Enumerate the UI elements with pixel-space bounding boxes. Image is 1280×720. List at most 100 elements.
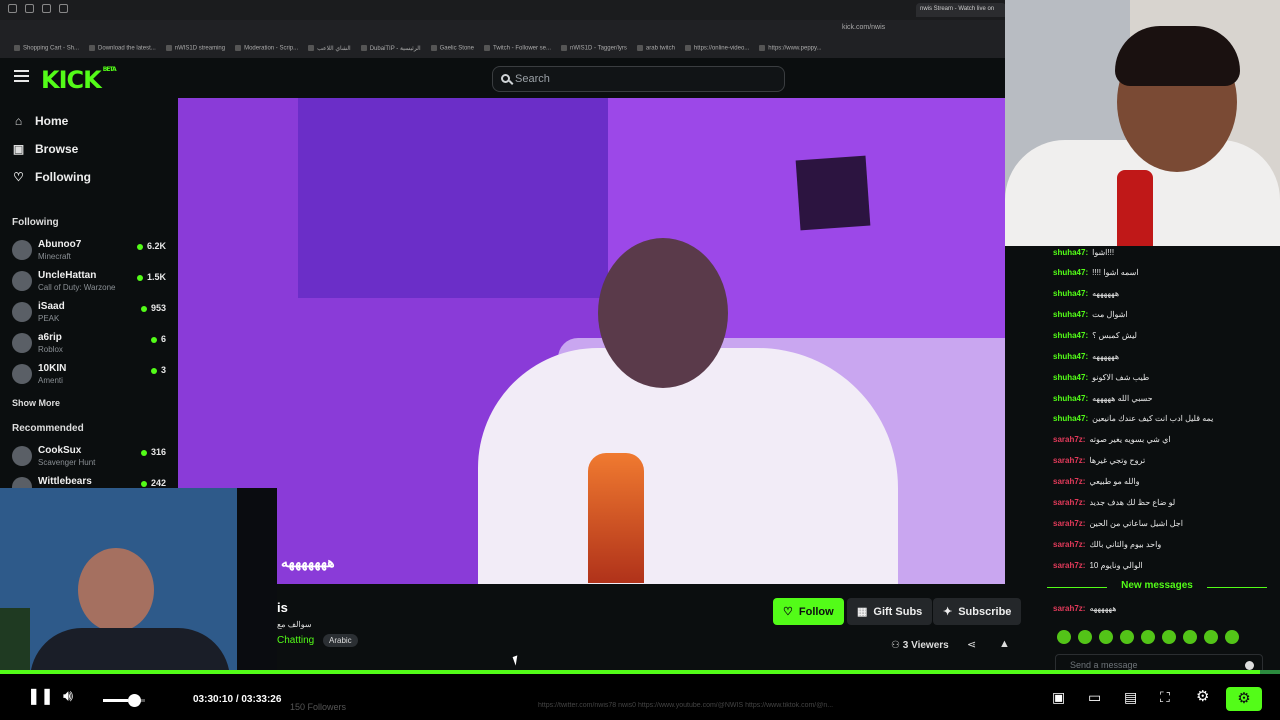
viewers-icon: ⚇ [891, 640, 900, 651]
bookmark[interactable]: nWIS1D - Tagger/lyrs [561, 45, 627, 51]
sidebar-channel-unclehattan[interactable]: UncleHattan Call of Duty: Warzone 1.5K [12, 268, 172, 298]
volume-handle[interactable] [128, 694, 141, 707]
bookmark[interactable]: Gaelic Stone [431, 45, 474, 51]
follower-count: 150 Followers [290, 702, 347, 712]
chat-message[interactable]: shuha47:!!!! اسمه اشوا [1053, 268, 1139, 277]
home-icon: ⌂ [14, 113, 23, 128]
emote-bar [1057, 630, 1239, 644]
current-time: 03:30:10 [193, 694, 234, 705]
chat-message[interactable]: sarah7z: واحد بيوم والثاني بالك [1053, 540, 1161, 549]
chat-message[interactable]: sarah7z: الوالي ونايوم 10 [1053, 561, 1143, 570]
channel-viewers: 1.5K [137, 272, 166, 282]
chat-username: shuha47: [1053, 331, 1089, 340]
emote-icon[interactable] [1057, 630, 1071, 644]
avatar [12, 240, 32, 260]
search-input[interactable]: Search [492, 66, 785, 92]
nav-home[interactable]: ⌂ Home [12, 111, 68, 131]
chat-message[interactable]: sarah7z: تروح وتجي غيرها [1053, 456, 1145, 465]
chat-message[interactable]: shuha47: يمه قليل ادب انت كيف عندك مانيعي… [1053, 414, 1213, 423]
facecam-face [78, 548, 154, 632]
bookmark[interactable]: Twitch - Follower se... [484, 45, 551, 51]
kick-logo[interactable]: KICK BETA [41, 66, 117, 94]
menu-icon[interactable] [14, 70, 29, 82]
stream-category[interactable]: Chatting [277, 635, 314, 646]
video-scene [298, 98, 608, 298]
emoji-icon[interactable] [1245, 661, 1254, 670]
bookmark[interactable]: DubaiTIP - الرئيسية [361, 45, 421, 52]
chat-message[interactable]: shuha47: اشوا!!! [1053, 248, 1114, 257]
emote-icon[interactable] [1120, 630, 1134, 644]
chat-message[interactable]: sarah7z: اي شي بسويه يغير صوته [1053, 435, 1171, 444]
chat-message[interactable]: sarah7z: اجل اشيل ساعاتي من الحين [1053, 519, 1183, 528]
fullscreen-icon[interactable]: ⛶ [1160, 688, 1170, 706]
emote-icon[interactable] [1078, 630, 1092, 644]
show-more-link[interactable]: Show More [12, 398, 60, 408]
sidebar-channel-abunoo7[interactable]: Abunoo7 Minecraft 6.2K [12, 237, 172, 267]
chat-message[interactable]: shuha47: طيب شف الاكونو [1053, 373, 1149, 382]
gift-label: Gift Subs [873, 605, 923, 618]
chat-message[interactable]: shuha47: حسبي الله هههههه [1053, 394, 1153, 403]
emote-icon[interactable] [1099, 630, 1113, 644]
settings-icon[interactable]: ⚙ [1196, 688, 1209, 706]
close-window-icon[interactable] [8, 4, 17, 13]
streamer-name[interactable]: is [277, 600, 288, 615]
nav-following[interactable]: ♡ Following [12, 167, 91, 187]
sidebar-channel-10kin[interactable]: 10KIN Amenti 3 [12, 361, 172, 391]
nav-home-label: Home [35, 114, 69, 128]
sidebar-channel-isaad[interactable]: iSaad PEAK 953 [12, 299, 172, 329]
sidebar-channel-wittlebears[interactable]: Wittlebears 242 [12, 474, 172, 488]
bookmark[interactable]: https://www.peppy... [759, 45, 821, 51]
chat-message[interactable]: sarah7z: ههههههه [1053, 604, 1116, 613]
volume-icon[interactable]: 🔊︎ [63, 688, 73, 706]
chat-message[interactable]: shuha47: ههههههه [1053, 352, 1119, 361]
channel-name: Wittlebears [38, 476, 92, 487]
chat-username: shuha47: [1053, 310, 1089, 319]
bookmark[interactable]: Shopping Cart - Sh... [14, 45, 79, 51]
picture-in-picture-icon[interactable]: ▣ [1052, 688, 1065, 706]
emote-icon[interactable] [1225, 630, 1239, 644]
language-tag[interactable]: Arabic [323, 634, 358, 647]
follow-button[interactable]: ♡ Follow [773, 598, 844, 625]
report-icon[interactable]: ▲ [999, 638, 1010, 650]
bookmark[interactable]: https://online-video... [685, 45, 749, 51]
bookmark[interactable]: الشاي اللاعب [308, 45, 351, 52]
chat-message[interactable]: sarah7z: والله مو طبيعي [1053, 477, 1140, 486]
bookmark[interactable]: arab twitch [637, 45, 675, 51]
time-separator: / [235, 694, 239, 705]
emote-icon[interactable] [1204, 630, 1218, 644]
tab-icon[interactable] [42, 4, 51, 13]
chat-username: sarah7z: [1053, 435, 1086, 444]
clip-icon[interactable]: ▤ [1124, 688, 1137, 706]
new-messages-divider[interactable]: New messages [1047, 580, 1267, 594]
address-bar[interactable]: kick.com/nwis [842, 24, 885, 31]
emote-icon[interactable] [1162, 630, 1176, 644]
sidebar-channel-a6rip[interactable]: a6rip Roblox 6 [12, 330, 172, 360]
chat-message[interactable]: shuha47: اشوال مت [1053, 310, 1128, 319]
bookmark[interactable]: Download the latest... [89, 45, 156, 51]
emote-icon[interactable] [1141, 630, 1155, 644]
gear-icon[interactable]: ⚙ [1226, 687, 1262, 711]
bookmark[interactable]: nWIS1D streaming [166, 45, 225, 51]
chat-message[interactable]: shuha47: ههههههه [1053, 289, 1119, 298]
sidebar-channel-cooksux[interactable]: CookSux Scavenger Hunt 316 [12, 443, 172, 473]
chat-message[interactable]: shuha47: ليش كمبس ؟ [1053, 331, 1137, 340]
channel-viewers: 242 [141, 478, 166, 488]
tab-icon[interactable] [25, 4, 34, 13]
pause-icon[interactable]: ❚❚ [27, 688, 54, 706]
channel-game: Minecraft [38, 252, 71, 261]
channel-name: UncleHattan [38, 270, 97, 281]
tab-active[interactable]: nwis Stream - Watch live on [916, 3, 1006, 17]
share-icon[interactable]: ⋖ [967, 638, 976, 651]
tab-icon[interactable] [59, 4, 68, 13]
chat-message[interactable]: sarah7z: لو ضاع حظ لك هدف جديد [1053, 498, 1175, 507]
video-player[interactable]: هههههههه [178, 98, 1005, 584]
gift-subs-button[interactable]: ▦ Gift Subs [847, 598, 933, 625]
subscribe-button[interactable]: ✦ Subscribe [933, 598, 1022, 625]
social-links[interactable]: https://twitter.com/nwis78 nwis0 https:/… [538, 702, 1008, 709]
emote-icon[interactable] [1183, 630, 1197, 644]
nav-browse[interactable]: ▣ Browse [12, 139, 79, 159]
theater-mode-icon[interactable]: ▭ [1088, 688, 1101, 706]
bookmark[interactable]: Moderation - Scrip... [235, 45, 298, 51]
video-scene [795, 155, 871, 231]
recommended-section-title: Recommended [12, 423, 84, 434]
